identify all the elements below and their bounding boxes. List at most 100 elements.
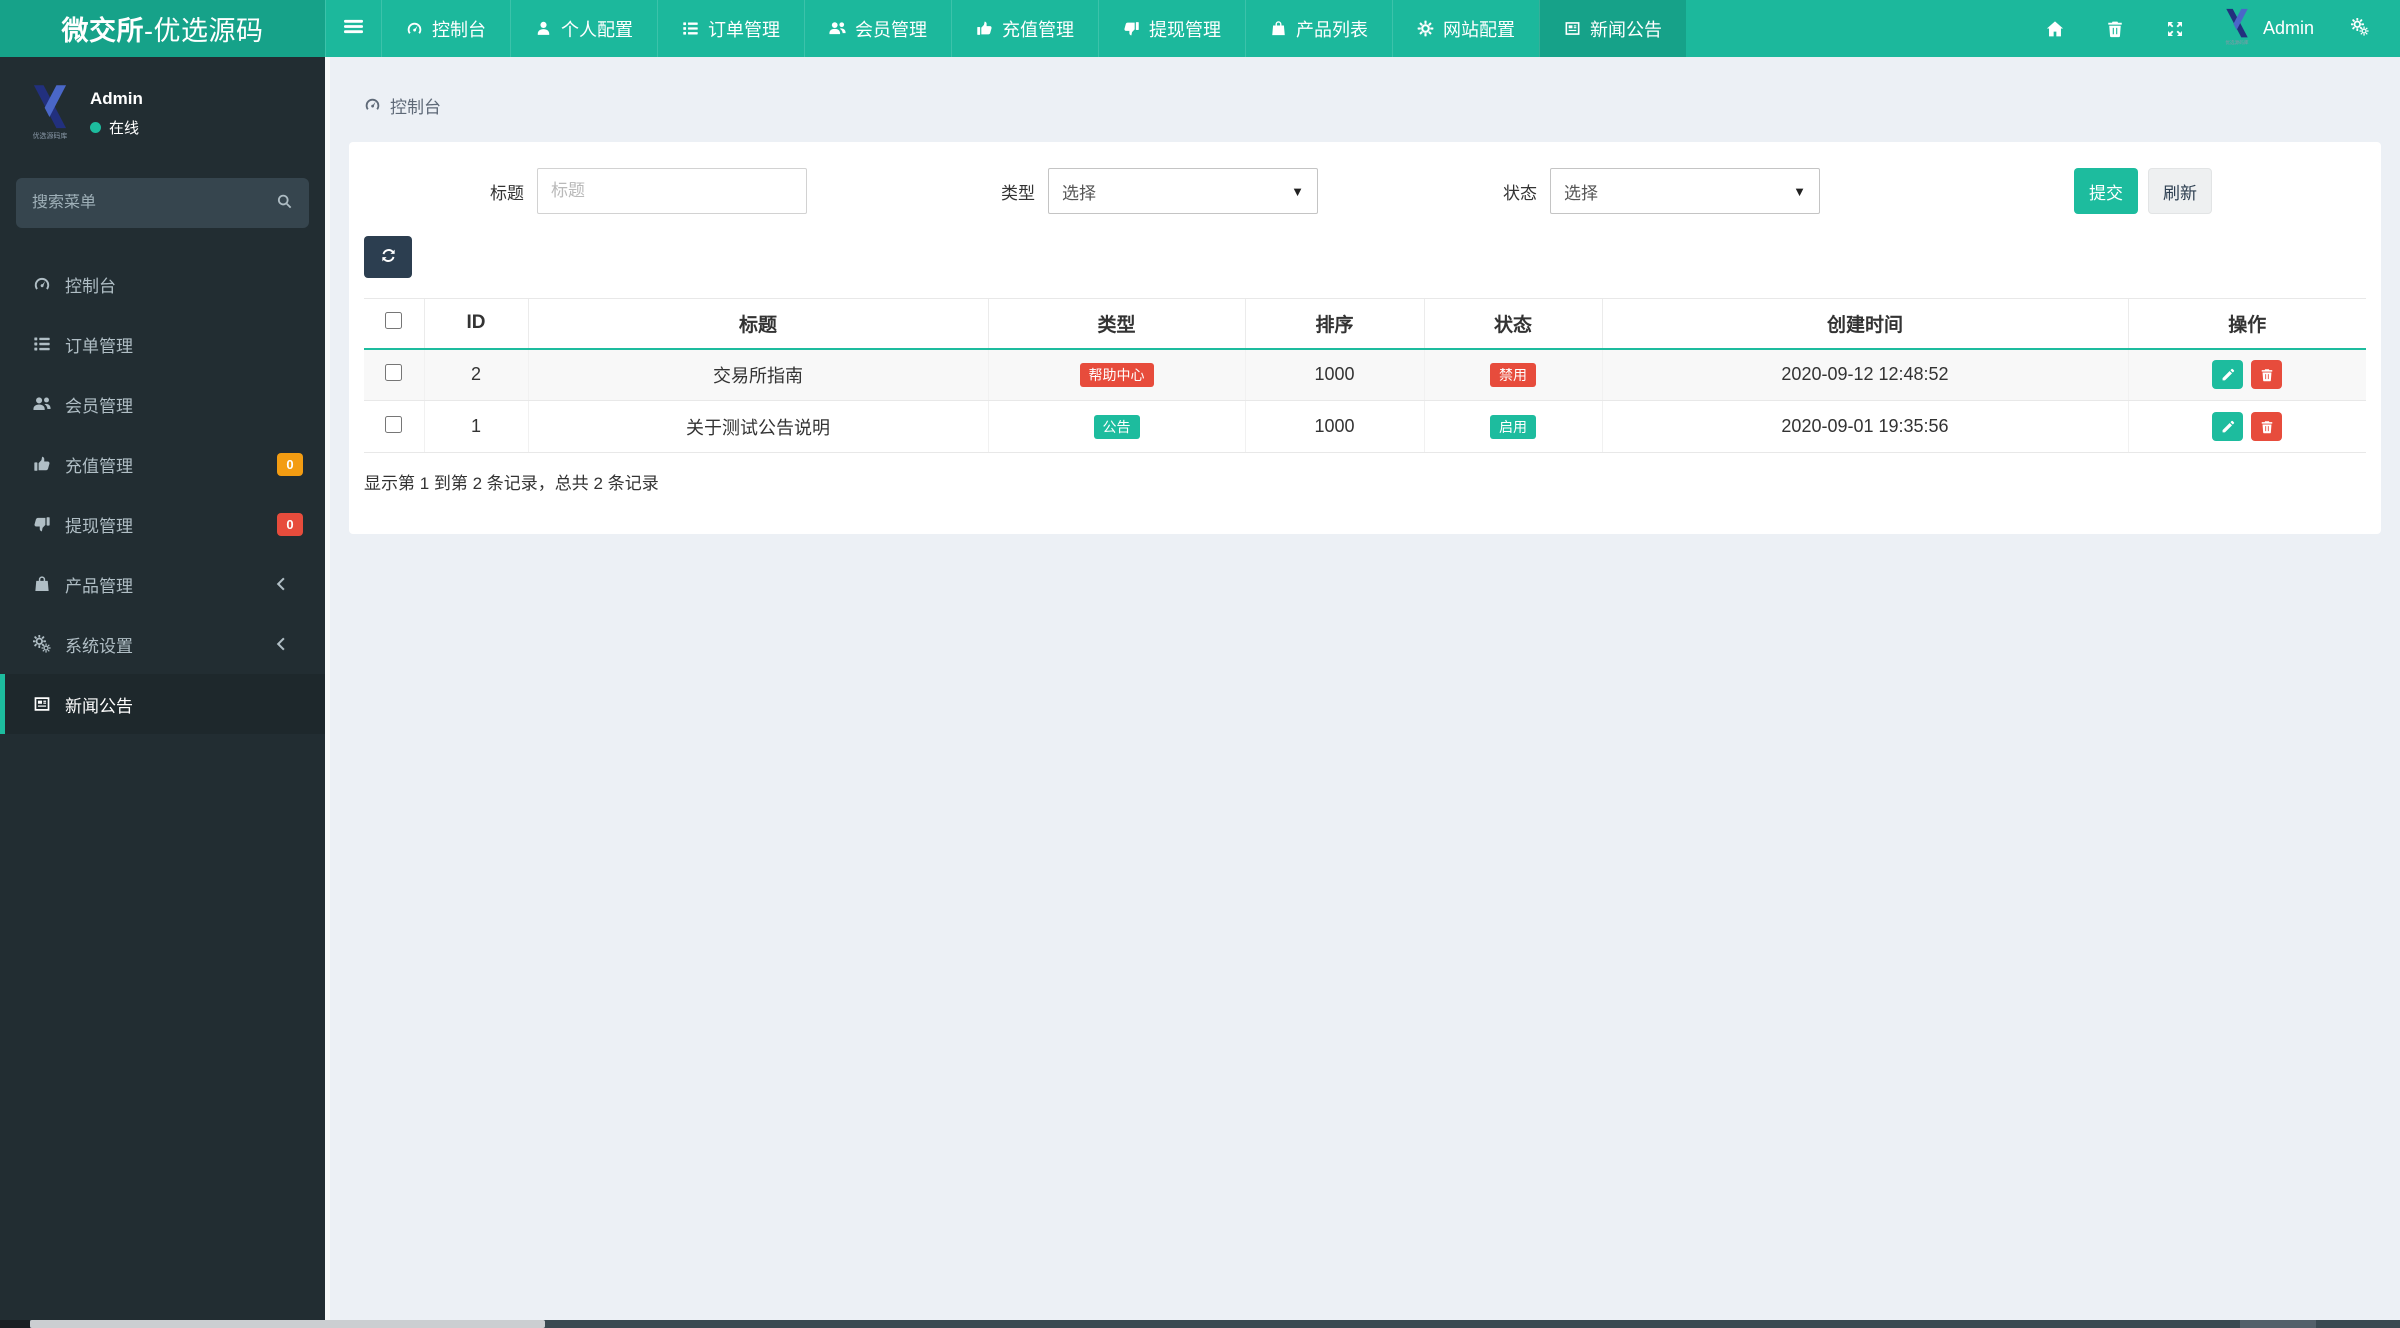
sidebar-item-members[interactable]: 会员管理 [0, 374, 325, 434]
type-badge: 公告 [1093, 414, 1140, 439]
chevron-left-icon [271, 575, 303, 594]
brand-logo[interactable]: 微交所 -优选源码 [0, 0, 325, 57]
chevron-left-icon [276, 577, 285, 590]
topnav-item-label: 会员管理 [855, 19, 927, 40]
topnav-item-label: 充值管理 [1002, 19, 1074, 40]
edit-button[interactable] [2212, 360, 2244, 390]
sidebar-item-products[interactable]: 产品管理 [0, 554, 325, 614]
scrollbar-thumb[interactable] [30, 1320, 545, 1328]
sidebar-item-label: 系统设置 [65, 636, 133, 656]
delete-button[interactable] [2251, 360, 2283, 390]
submit-button[interactable]: 提交 [2074, 168, 2138, 214]
topnav-item-orders[interactable]: 订单管理 [657, 0, 804, 57]
row-type-cell: 帮助中心 [987, 348, 1245, 401]
users-icon [33, 397, 51, 410]
sidebar-toggle-button[interactable] [325, 0, 381, 57]
sidebar-item-withdraw[interactable]: 提现管理 0 [0, 494, 325, 554]
table-row: 1 关于测试公告说明 公告 1000 启用 2020-09-01 19:35:56 [364, 400, 2366, 453]
topnav-item-withdraw[interactable]: 提现管理 [1098, 0, 1245, 57]
svg-text:优选源码库: 优选源码库 [33, 131, 68, 140]
topnav-item-dashboard[interactable]: 控制台 [381, 0, 510, 57]
table-header-cell: 创建时间 [1601, 298, 2128, 350]
home-button[interactable] [2025, 0, 2085, 57]
cogs-icon [33, 635, 51, 653]
content-card: 标题 类型 选择 ▼ 状态 选择 ▼ 提交 刷新 [349, 142, 2381, 534]
scrollbar-corner [0, 1320, 30, 1328]
refresh-button[interactable]: 刷新 [2148, 168, 2212, 214]
menu-icon [344, 19, 363, 34]
topnav-item-label: 个人配置 [561, 19, 633, 40]
type-badge: 帮助中心 [1079, 362, 1154, 387]
topnav-item-news[interactable]: 新闻公告 [1539, 0, 1686, 57]
sidebar-item-label: 控制台 [65, 276, 116, 296]
table-row: 2 交易所指南 帮助中心 1000 禁用 2020-09-12 12:48:52 [364, 348, 2366, 401]
home-icon [2046, 20, 2064, 36]
sidebar-search-input[interactable] [32, 194, 266, 212]
gauge-icon [407, 22, 422, 34]
trash-button[interactable] [2085, 0, 2145, 57]
row-checkbox[interactable] [385, 363, 403, 381]
scrollbar-segment [2240, 1320, 2316, 1328]
table-reload-button[interactable] [364, 236, 412, 278]
topnav-item-site-config[interactable]: 网站配置 [1392, 0, 1539, 57]
news-table: ID 标题 类型 排序 状态 创建时间 操作 2 交易所指南 帮助中心 1000 禁用 2020-09… [364, 298, 2366, 453]
horizontal-scrollbar[interactable] [0, 1320, 2400, 1328]
breadcrumb[interactable]: 控制台 [364, 93, 2400, 118]
topnav-item-recharge[interactable]: 充值管理 [951, 0, 1098, 57]
topnav-item-label: 提现管理 [1149, 19, 1221, 40]
select-all-checkbox[interactable] [385, 311, 403, 329]
sidebar-item-news[interactable]: 新闻公告 [0, 674, 325, 734]
edit-button[interactable] [2212, 412, 2244, 441]
table-header-cell: ID [423, 298, 528, 350]
row-checkbox[interactable] [385, 415, 403, 433]
sidebar-user-panel: 优选源码库 Admin 在线 [0, 57, 325, 164]
online-dot-icon [90, 122, 101, 133]
trash-icon [2261, 420, 2272, 433]
table-header-checkbox-cell [364, 298, 424, 350]
sidebar-item-dashboard[interactable]: 控制台 [0, 254, 325, 314]
title-filter-input[interactable] [537, 168, 807, 214]
users-icon [829, 22, 846, 35]
fullscreen-button[interactable] [2145, 0, 2205, 57]
navbar-user-menu[interactable]: 优选源码库 Admin [2205, 0, 2330, 57]
settings-cogs-button[interactable] [2330, 0, 2390, 57]
status-badge: 启用 [1490, 414, 1536, 439]
topnav-item-members[interactable]: 会员管理 [804, 0, 951, 57]
row-status-cell: 禁用 [1423, 348, 1602, 401]
topnav-item-label: 网站配置 [1443, 19, 1515, 40]
row-title-cell: 交易所指南 [527, 348, 988, 401]
type-select[interactable]: 选择 ▼ [1048, 168, 1318, 214]
thumb-up-icon [977, 21, 992, 35]
topnav-item-label: 订单管理 [708, 19, 780, 40]
top-navbar: 微交所 -优选源码 控制台 个人配置 订单管理 会员管理 充值管理 提现管理 产品列表 网站配置… [0, 0, 2400, 57]
status-select[interactable]: 选择 ▼ [1550, 168, 1820, 214]
brand-x-logo-icon: 优选源码库 [2225, 8, 2249, 46]
navbar-username: Admin [2262, 18, 2314, 38]
row-type-cell: 公告 [987, 400, 1245, 453]
thumb-down-icon [34, 517, 50, 532]
delete-button[interactable] [2251, 412, 2283, 441]
type-filter-label: 类型 [1001, 183, 1035, 203]
bag-icon [35, 576, 49, 591]
table-header-row: ID 标题 类型 排序 状态 创建时间 操作 [364, 298, 2366, 350]
title-filter-label: 标题 [490, 183, 524, 203]
user-icon [537, 21, 550, 35]
table-header-cell: 操作 [2127, 298, 2366, 350]
sidebar-item-orders[interactable]: 订单管理 [0, 314, 325, 374]
sidebar-item-system-settings[interactable]: 系统设置 [0, 614, 325, 674]
trash-icon [2108, 21, 2122, 37]
sidebar-item-label: 会员管理 [65, 396, 133, 416]
topnav-item-profile[interactable]: 个人配置 [510, 0, 657, 57]
row-status-cell: 启用 [1423, 400, 1602, 453]
breadcrumb-label: 控制台 [390, 98, 441, 117]
avatar: 优选源码库 [26, 81, 74, 146]
chevron-left-icon [276, 637, 285, 650]
row-created-cell: 2020-09-01 19:35:56 [1601, 400, 2128, 453]
expand-icon [2167, 21, 2182, 36]
chevron-left-icon [271, 635, 303, 654]
topnav-item-products[interactable]: 产品列表 [1245, 0, 1392, 57]
sidebar-item-recharge[interactable]: 充值管理 0 [0, 434, 325, 494]
sidebar-search-button[interactable] [266, 185, 303, 221]
sidebar-badge: 0 [277, 452, 303, 476]
sidebar-item-label: 充值管理 [65, 456, 133, 476]
